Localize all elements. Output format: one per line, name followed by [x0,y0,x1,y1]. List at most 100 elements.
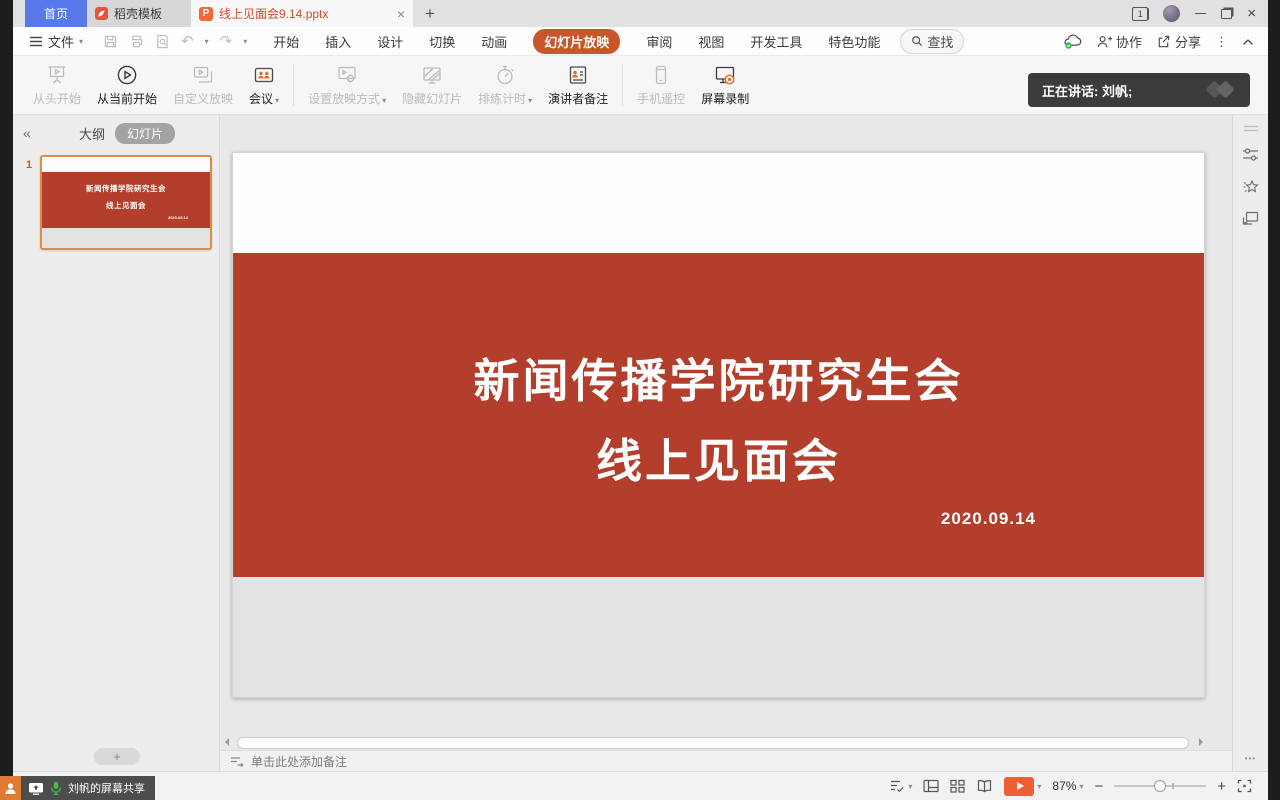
button-label: 排练计时 [478,90,526,107]
ribbon-collapse-caret-icon[interactable]: ▾ [243,37,247,46]
play-from-current-button[interactable]: 从当前开始 [89,63,165,107]
slide-title-line1[interactable]: 新闻传播学院研究生会 [233,345,1204,411]
notes-bar[interactable]: 单击此处添加备注 [220,750,1232,771]
tab-home[interactable]: 首页 [25,0,87,27]
scroll-right-icon[interactable] [1199,738,1203,746]
thumbnail-top-band [42,157,210,172]
right-tool-rail: ••• [1232,115,1268,771]
print-preview-icon[interactable] [155,34,170,49]
print-icon[interactable] [129,34,144,49]
normal-view-button[interactable] [923,779,939,793]
rail-handle-icon[interactable] [1233,125,1268,132]
file-menu[interactable]: 文件 ▾ [29,32,83,51]
ribbon-tab-design[interactable]: 设计 [377,32,403,51]
zoom-100-tick [1172,783,1174,789]
reading-view-button[interactable] [976,779,993,793]
window-controls: 1 × [1132,0,1268,27]
chevron-up-icon[interactable] [1242,38,1254,46]
share-button[interactable]: 分享 [1156,32,1201,51]
save-icon[interactable] [103,34,118,49]
ribbon-tab-slideshow-active[interactable]: 幻灯片放映 [533,29,620,54]
microphone-icon[interactable] [50,781,62,795]
tab-home-label: 首页 [44,5,68,22]
collaborate-button[interactable]: 协作 [1096,32,1142,51]
ribbon-tab-review[interactable]: 审阅 [646,32,672,51]
ribbon-tab-developer[interactable]: 开发工具 [750,32,802,51]
close-window-icon[interactable]: × [1247,6,1256,21]
slide-area: 新闻传播学院研究生会 线上见面会 2020.09.14 [220,115,1232,735]
phone-remote-button[interactable]: 手机遥控 [629,63,693,107]
user-avatar[interactable] [1163,5,1180,22]
button-label: 演讲者备注 [548,90,608,107]
adjust-sliders-icon[interactable] [1233,147,1268,162]
play-from-start-button[interactable]: 从头开始 [25,63,89,107]
rail-more-icon[interactable]: ••• [1233,754,1268,763]
slide-thumbnail[interactable]: 新闻传播学院研究生会 线上见面会 2020.09.14 [40,155,212,250]
new-tab-button[interactable]: + [413,0,447,27]
speaking-banner-text: 正在讲话: 刘帆; [1042,81,1132,100]
screen-record-button[interactable]: 屏幕录制 [693,63,757,107]
slide-page[interactable]: 新闻传播学院研究生会 线上见面会 2020.09.14 [232,152,1205,698]
rehearse-timings-button[interactable]: 排练计时▾ [470,63,540,107]
search-box[interactable]: 查找 [900,29,964,54]
zoom-in-button[interactable]: + [1217,779,1226,794]
outline-tab[interactable]: 大纲 [79,124,105,143]
ribbon-tab-insert[interactable]: 插入 [325,32,351,51]
slide-title-line2[interactable]: 线上见面会 [233,425,1204,491]
workspace-icon[interactable]: 1 [1132,7,1148,21]
minimize-icon[interactable] [1195,13,1206,15]
quick-access-toolbar: ↶ ▾ ↷ ▾ [103,34,247,49]
toolbar-divider [293,64,294,106]
ribbon-tab-animation[interactable]: 动画 [481,32,507,51]
add-slide-button[interactable]: + [94,748,140,765]
share-screen-icon[interactable] [28,782,44,795]
redo-icon[interactable]: ↷ [220,34,233,49]
slides-panel: « 大纲 幻灯片 1 新闻传播学院研究生会 线上见面会 2020.09.14 [13,115,220,771]
zoom-out-button[interactable]: − [1094,779,1103,794]
fit-to-window-button[interactable] [1237,779,1252,793]
outline-level-button[interactable]: ▾ [890,779,912,793]
tab-docer-templates[interactable]: 稻壳模板 [87,0,191,27]
thumbnail-title-line1: 新闻传播学院研究生会 [42,183,210,194]
slide-date[interactable]: 2020.09.14 [941,509,1036,529]
tab-close-icon[interactable]: × [397,7,405,21]
notes-icon [230,756,244,767]
smart-features-star-icon[interactable] [1233,179,1268,196]
play-slideshow-button[interactable]: ▾ [1004,777,1041,796]
slide-sorter-view-button[interactable] [950,779,965,793]
button-label: 会议 [249,90,273,107]
thumbnail-red-band: 新闻传播学院研究生会 线上见面会 2020.09.14 [42,172,210,228]
zoom-slider[interactable] [1114,785,1206,787]
ribbon-tab-transition[interactable]: 切换 [429,32,455,51]
maximize-icon[interactable] [1221,9,1232,19]
ribbon-tab-home[interactable]: 开始 [273,32,299,51]
ribbon-tab-view[interactable]: 视图 [698,32,724,51]
tab-document-label: 线上见面会9.14.pptx [219,5,391,22]
meeting-member-icon[interactable] [0,776,21,800]
custom-show-button[interactable]: 自定义放映 [165,63,241,107]
button-label: 手机遥控 [637,90,685,107]
tab-document[interactable]: P 线上见面会9.14.pptx × [191,0,413,27]
slide-red-band: 新闻传播学院研究生会 线上见面会 2020.09.14 [233,253,1204,577]
setup-show-button[interactable]: 设置放映方式▾ [300,63,394,107]
ribbon-tab-special-features[interactable]: 特色功能 [828,32,880,51]
slides-tab-active[interactable]: 幻灯片 [115,123,175,144]
status-bar: ▾ ▾ 87% ▾ − [13,771,1268,800]
meeting-button[interactable]: 会议▾ [241,63,287,107]
undo-icon[interactable]: ↶ [181,34,194,49]
zoom-slider-thumb[interactable] [1154,780,1166,792]
hide-slide-button[interactable]: 隐藏幻灯片 [394,63,470,107]
scrollbar-thumb[interactable] [237,737,1189,749]
undo-history-caret-icon[interactable]: ▾ [205,37,209,46]
speaker-notes-button[interactable]: 演讲者备注 [540,63,616,107]
cloud-sync-icon[interactable] [1063,34,1082,49]
popout-window-icon[interactable] [1233,211,1268,226]
zoom-level-button[interactable]: 87% ▾ [1052,779,1083,793]
meeting-speaking-banner[interactable]: 正在讲话: 刘帆; [1028,73,1250,107]
collapse-panel-icon[interactable]: « [23,125,47,141]
more-options-icon[interactable]: ⋮ [1215,34,1228,50]
button-label: 隐藏幻灯片 [402,90,462,107]
scroll-left-icon[interactable] [225,738,229,746]
button-label: 设置放映方式 [308,90,380,107]
horizontal-scrollbar[interactable] [221,735,1231,749]
